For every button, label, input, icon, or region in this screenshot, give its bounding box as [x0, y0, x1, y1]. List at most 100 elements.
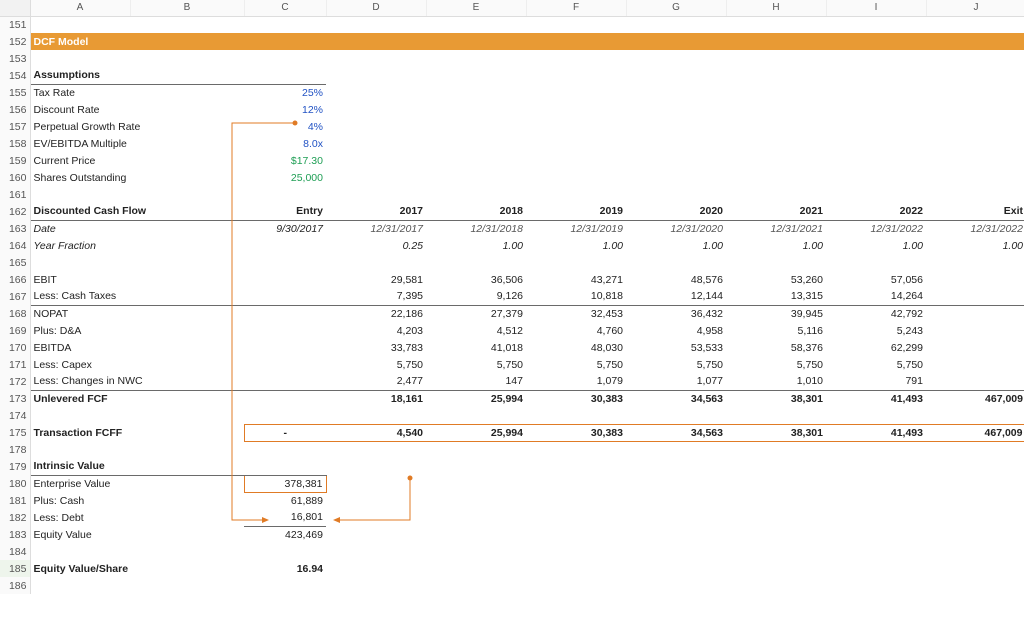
row-header[interactable]: 154	[0, 67, 30, 84]
col-header-J[interactable]: J	[926, 0, 1024, 16]
cell[interactable]	[326, 67, 1024, 84]
ebitda-2018[interactable]: 41,018	[426, 339, 526, 356]
label-ev-ebitda-mult[interactable]: EV/EBITDA Multiple	[30, 135, 244, 152]
yf-exit[interactable]: 1.00	[926, 237, 1024, 254]
row-header[interactable]: 184	[0, 543, 30, 560]
date-2019[interactable]: 12/31/2019	[526, 220, 626, 237]
label-perp-growth[interactable]: Perpetual Growth Rate	[30, 118, 244, 135]
nopat-2019[interactable]: 32,453	[526, 305, 626, 322]
capex-2019[interactable]: 5,750	[526, 356, 626, 373]
tax-2022[interactable]: 14,264	[826, 288, 926, 305]
value-equity-value[interactable]: 423,469	[244, 526, 326, 543]
tfcff-2020[interactable]: 34,563	[626, 424, 726, 441]
hdr-exit[interactable]: Exit	[926, 203, 1024, 220]
nwc-2021[interactable]: 1,010	[726, 373, 826, 390]
label-plus-cash[interactable]: Plus: Cash	[30, 492, 130, 509]
cell[interactable]	[326, 101, 1024, 118]
cell[interactable]	[326, 560, 1024, 577]
cell[interactable]	[244, 237, 326, 254]
cell[interactable]	[244, 305, 326, 322]
col-header-C[interactable]: C	[244, 0, 326, 16]
cell[interactable]	[130, 458, 244, 475]
cell[interactable]	[326, 152, 1024, 169]
label-cash-taxes[interactable]: Less: Cash Taxes	[30, 288, 244, 305]
row-header[interactable]: 155	[0, 84, 30, 101]
nopat-2021[interactable]: 39,945	[726, 305, 826, 322]
ufcf-2021[interactable]: 38,301	[726, 390, 826, 407]
date-2017[interactable]: 12/31/2017	[326, 220, 426, 237]
row-header[interactable]: 175	[0, 424, 30, 441]
cell[interactable]	[244, 322, 326, 339]
dna-2022[interactable]: 5,243	[826, 322, 926, 339]
tax-2019[interactable]: 10,818	[526, 288, 626, 305]
tax-2017[interactable]: 7,395	[326, 288, 426, 305]
yf-2019[interactable]: 1.00	[526, 237, 626, 254]
cell[interactable]	[244, 373, 326, 390]
value-shares-out[interactable]: 25,000	[244, 169, 326, 186]
ufcf-2019[interactable]: 30,383	[526, 390, 626, 407]
nopat-2022[interactable]: 42,792	[826, 305, 926, 322]
cell[interactable]	[326, 526, 1024, 543]
row-header[interactable]: 174	[0, 407, 30, 424]
capex-2020[interactable]: 5,750	[626, 356, 726, 373]
title-banner[interactable]: DCF Model	[30, 33, 1024, 50]
col-header-F[interactable]: F	[526, 0, 626, 16]
value-plus-cash[interactable]: 61,889	[244, 492, 326, 509]
label-ebit[interactable]: EBIT	[30, 271, 130, 288]
nwc-2022[interactable]: 791	[826, 373, 926, 390]
nwc-2020[interactable]: 1,077	[626, 373, 726, 390]
label-nwc[interactable]: Less: Changes in NWC	[30, 373, 244, 390]
cell[interactable]	[926, 322, 1024, 339]
value-less-debt[interactable]: 16,801	[244, 509, 326, 526]
row-header[interactable]: 159	[0, 152, 30, 169]
row-header[interactable]: 166	[0, 271, 30, 288]
tfcff-2021[interactable]: 38,301	[726, 424, 826, 441]
cell[interactable]	[30, 50, 1024, 67]
label-dna[interactable]: Plus: D&A	[30, 322, 130, 339]
hdr-2021[interactable]: 2021	[726, 203, 826, 220]
ebitda-2020[interactable]: 53,533	[626, 339, 726, 356]
cell[interactable]	[326, 492, 1024, 509]
label-equity-value[interactable]: Equity Value	[30, 526, 130, 543]
date-entry[interactable]: 9/30/2017	[244, 220, 326, 237]
tax-2020[interactable]: 12,144	[626, 288, 726, 305]
label-ebitda[interactable]: EBITDA	[30, 339, 130, 356]
ufcf-exit[interactable]: 467,009	[926, 390, 1024, 407]
label-equity-value-share[interactable]: Equity Value/Share	[30, 560, 244, 577]
label-tax-rate[interactable]: Tax Rate	[30, 84, 130, 101]
yf-2018[interactable]: 1.00	[426, 237, 526, 254]
dna-2021[interactable]: 5,116	[726, 322, 826, 339]
row-header[interactable]: 153	[0, 50, 30, 67]
tax-2021[interactable]: 13,315	[726, 288, 826, 305]
cell[interactable]	[130, 84, 244, 101]
row-header[interactable]: 172	[0, 373, 30, 390]
intrinsic-value-header[interactable]: Intrinsic Value	[30, 458, 130, 475]
capex-2017[interactable]: 5,750	[326, 356, 426, 373]
ebit-2022[interactable]: 57,056	[826, 271, 926, 288]
cell[interactable]	[326, 169, 1024, 186]
tfcff-2018[interactable]: 25,994	[426, 424, 526, 441]
label-current-price[interactable]: Current Price	[30, 152, 130, 169]
ufcf-2020[interactable]: 34,563	[626, 390, 726, 407]
cell[interactable]	[130, 220, 244, 237]
hdr-2017[interactable]: 2017	[326, 203, 426, 220]
row-header[interactable]: 180	[0, 475, 30, 492]
cell[interactable]	[130, 339, 244, 356]
cell[interactable]	[30, 16, 1024, 33]
col-header-E[interactable]: E	[426, 0, 526, 16]
date-2022[interactable]: 12/31/2022	[826, 220, 926, 237]
cell[interactable]	[244, 390, 326, 407]
yf-2017[interactable]: 0.25	[326, 237, 426, 254]
cell[interactable]	[244, 458, 326, 475]
col-header-I[interactable]: I	[826, 0, 926, 16]
hdr-entry[interactable]: Entry	[244, 203, 326, 220]
label-capex[interactable]: Less: Capex	[30, 356, 130, 373]
date-2021[interactable]: 12/31/2021	[726, 220, 826, 237]
cell[interactable]	[926, 305, 1024, 322]
nwc-2019[interactable]: 1,079	[526, 373, 626, 390]
cell[interactable]	[130, 67, 244, 84]
tfcff-2022[interactable]: 41,493	[826, 424, 926, 441]
yf-2020[interactable]: 1.00	[626, 237, 726, 254]
hdr-2022[interactable]: 2022	[826, 203, 926, 220]
row-header[interactable]: 173	[0, 390, 30, 407]
